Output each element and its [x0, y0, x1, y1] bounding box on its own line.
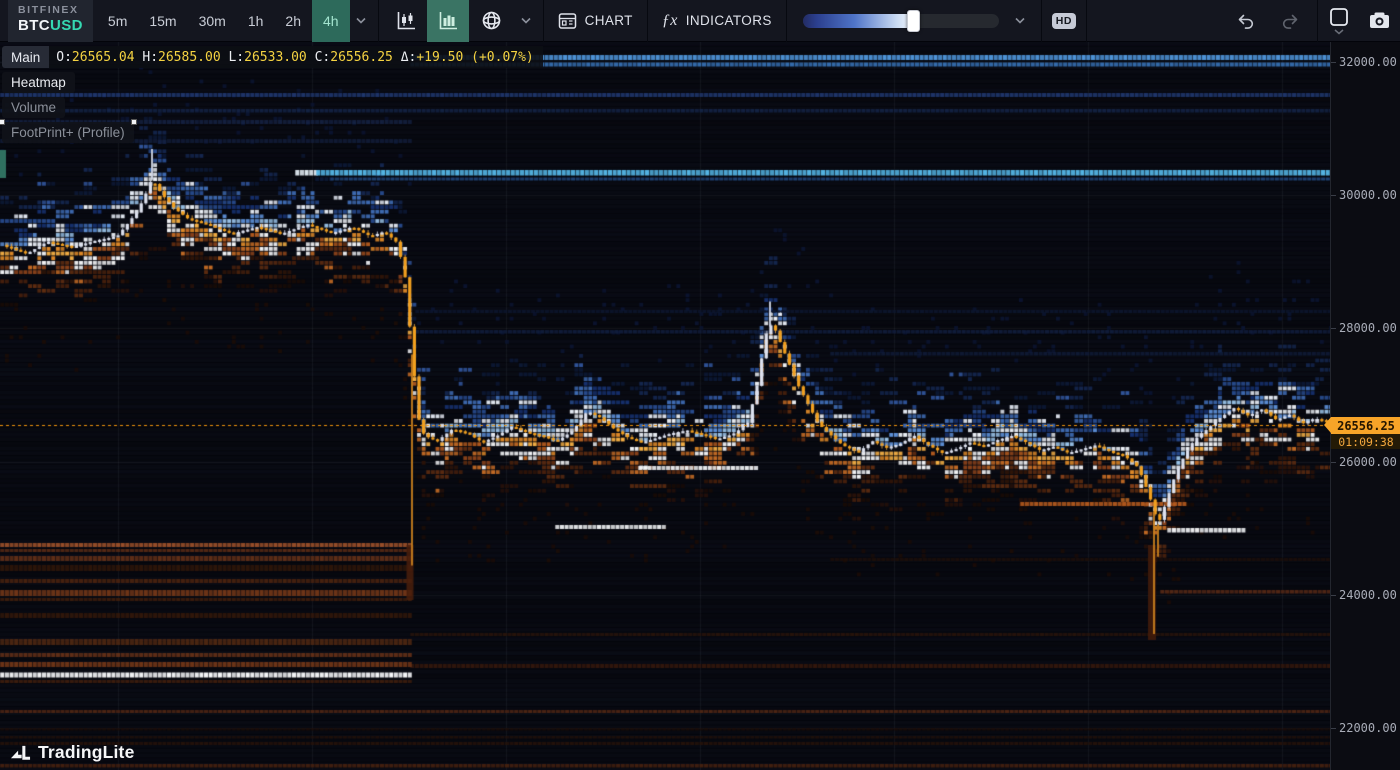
last-price-badge: 26556.25 — [1324, 417, 1400, 434]
heatmap-chart[interactable] — [0, 42, 1330, 770]
divider — [1040, 0, 1042, 42]
divider — [785, 0, 787, 42]
hd-badge[interactable]: HD — [1051, 12, 1076, 29]
tradinglite-watermark: TradingLite — [10, 742, 135, 763]
timeframe-1h[interactable]: 1h — [237, 0, 275, 42]
indicators-button-label: INDICATORS — [685, 13, 772, 28]
candlestick-chart-icon[interactable] — [385, 0, 427, 42]
selection-handle[interactable] — [130, 119, 137, 125]
price-axis-label: 26000.00 — [1331, 455, 1397, 469]
pair-base: BTC — [18, 16, 51, 34]
pair-name: BTCUSD — [18, 17, 83, 35]
slider-chevron-down-icon[interactable] — [1009, 0, 1031, 42]
tradinglite-app: BITFINEX BTCUSD 5m 15m 30m 1h 2h 4h CHAR… — [0, 0, 1400, 770]
chart-window-icon — [558, 12, 576, 29]
price-axis-label: 28000.00 — [1331, 321, 1397, 335]
timeframe-30m[interactable]: 30m — [188, 0, 237, 42]
ohlc-readout: O: 26565.04 H: 26585.00 L: 26533.00 C: 26556… — [49, 46, 543, 68]
price-axis-label: 30000.00 — [1331, 188, 1397, 202]
timeframe-15m[interactable]: 15m — [138, 0, 187, 42]
layer-list: Main O: 26565.04 H: 26585.00 L: 26533.00 C:… — [0, 46, 543, 143]
exchange-pair-logo[interactable]: BITFINEX BTCUSD — [8, 0, 93, 42]
toolbar: BITFINEX BTCUSD 5m 15m 30m 1h 2h 4h CHAR… — [0, 0, 1400, 42]
layer-volume[interactable]: Volume — [2, 97, 66, 118]
timeframe-4h[interactable]: 4h — [311, 0, 350, 42]
tradinglite-logo-icon — [10, 745, 31, 760]
divider — [1085, 0, 1087, 42]
pair-quote: USD — [50, 16, 83, 34]
chart-type-chevron-down-icon[interactable] — [515, 0, 537, 42]
layout-select-button[interactable] — [1324, 7, 1354, 35]
price-axis-label: 22000.00 — [1331, 721, 1397, 735]
undo-icon[interactable] — [1233, 0, 1259, 42]
exchange-name: BITFINEX — [18, 3, 79, 16]
heatmap-intensity-slider[interactable] — [802, 9, 999, 32]
globe-icon[interactable] — [469, 0, 515, 42]
divider — [1317, 0, 1318, 42]
timeframe-2h[interactable]: 2h — [274, 0, 312, 42]
timeframe-5m[interactable]: 5m — [97, 0, 138, 42]
slider-gradient-fill — [802, 13, 917, 28]
layout-square-icon — [1330, 7, 1348, 26]
layout-chevron-down-icon — [1334, 28, 1344, 34]
divider — [377, 0, 379, 42]
indicators-button[interactable]: ƒx INDICATORS — [648, 0, 786, 42]
candle-countdown: 01:09:38 — [1331, 434, 1400, 449]
layer-main-row: Main O: 26565.04 H: 26585.00 L: 26533.00 C:… — [2, 46, 543, 68]
price-axis-label: 32000.00 — [1331, 55, 1397, 69]
watermark-text: TradingLite — [38, 742, 135, 762]
chart-stage: Main O: 26565.04 H: 26585.00 L: 26533.00 C:… — [0, 42, 1400, 770]
selection-handle[interactable] — [0, 119, 5, 125]
camera-icon[interactable] — [1364, 0, 1394, 42]
redo-icon[interactable] — [1277, 0, 1303, 42]
price-axis-label: 24000.00 — [1331, 588, 1397, 602]
heatmap-chart-icon[interactable] — [426, 0, 469, 42]
chart-button-label: CHART — [584, 13, 633, 28]
price-axis[interactable]: 26556.25 01:09:38 32000.00 30000.00 28000.… — [1324, 42, 1400, 770]
timeframe-chevron-down-icon[interactable] — [350, 0, 372, 42]
layer-footprint[interactable]: FootPrint+ (Profile) — [0, 119, 137, 143]
slider-handle[interactable] — [906, 9, 920, 32]
layer-heatmap[interactable]: Heatmap — [2, 72, 75, 93]
fx-icon: ƒx — [661, 11, 678, 29]
chart-button[interactable]: CHART — [544, 0, 647, 42]
layer-main[interactable]: Main — [2, 46, 50, 68]
